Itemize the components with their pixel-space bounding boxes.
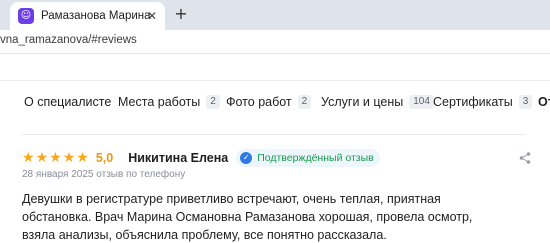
verified-check-icon: ✓ bbox=[240, 152, 253, 164]
profile-section-tabs: О специалисте Места работы 2 Фото работ … bbox=[0, 81, 550, 123]
browser-tab[interactable]: ☺ Рамазанова Марина Османовна ✕ bbox=[10, 2, 165, 30]
tab-count-badge: 104 bbox=[409, 95, 434, 109]
section-divider bbox=[22, 134, 525, 135]
tab-count-badge: 2 bbox=[206, 95, 220, 109]
tab-services-prices[interactable]: Услуги и цены 104 bbox=[321, 95, 434, 109]
review-header: ★ ★ ★ ★ ★ 5,0 Никитина Елена ✓ Подтвержд… bbox=[22, 148, 532, 168]
tab-label: Места работы bbox=[118, 95, 201, 109]
tab-label: Фото работ bbox=[226, 95, 292, 109]
tab-about-specialist[interactable]: О специалисте bbox=[24, 95, 111, 109]
share-icon[interactable] bbox=[518, 151, 532, 165]
star-icon: ★ bbox=[76, 150, 89, 166]
star-icon: ★ bbox=[35, 150, 49, 166]
star-icon: ★ bbox=[49, 150, 62, 166]
verified-review-badge: ✓ Подтверждённый отзыв bbox=[236, 149, 380, 167]
review-author: Никитина Елена bbox=[128, 151, 229, 165]
tab-label: Сертификаты bbox=[433, 95, 513, 109]
tab-label: От bbox=[538, 95, 550, 109]
new-tab-icon[interactable]: + bbox=[172, 5, 190, 23]
star-icon: ★ bbox=[22, 150, 35, 166]
tab-label: О специалисте bbox=[24, 95, 112, 109]
tab-work-photos[interactable]: Фото работ 2 bbox=[226, 95, 312, 109]
tab-count-badge: 2 bbox=[297, 95, 312, 109]
tab-title: Рамазанова Марина Османовна bbox=[41, 10, 151, 22]
url-text[interactable]: vna_ramazanova/#reviews bbox=[0, 34, 137, 46]
verified-label: Подтверждённый отзыв bbox=[257, 152, 374, 164]
address-bar[interactable]: vna_ramazanova/#reviews bbox=[0, 30, 550, 54]
star-icon: ★ bbox=[62, 150, 76, 166]
tab-count-badge: 3 bbox=[518, 95, 533, 109]
review-date-source: 28 января 2025 отзыв по телефону bbox=[22, 169, 186, 180]
close-tab-icon[interactable]: ✕ bbox=[145, 9, 159, 23]
tab-reviews[interactable]: От bbox=[538, 95, 550, 109]
rating-value: 5,0 bbox=[95, 151, 114, 165]
review-text: Девушки в регистратуре приветливо встреч… bbox=[22, 192, 473, 242]
tab-label: Услуги и цены bbox=[321, 95, 404, 109]
rating-stars: ★ ★ ★ ★ ★ bbox=[22, 150, 90, 166]
tab-certificates[interactable]: Сертификаты 3 bbox=[433, 95, 533, 109]
tab-workplaces[interactable]: Места работы 2 bbox=[118, 95, 220, 109]
browser-tab-strip: ☺ Рамазанова Марина Османовна ✕ + bbox=[0, 0, 550, 30]
site-favicon-icon: ☺ bbox=[18, 8, 34, 24]
